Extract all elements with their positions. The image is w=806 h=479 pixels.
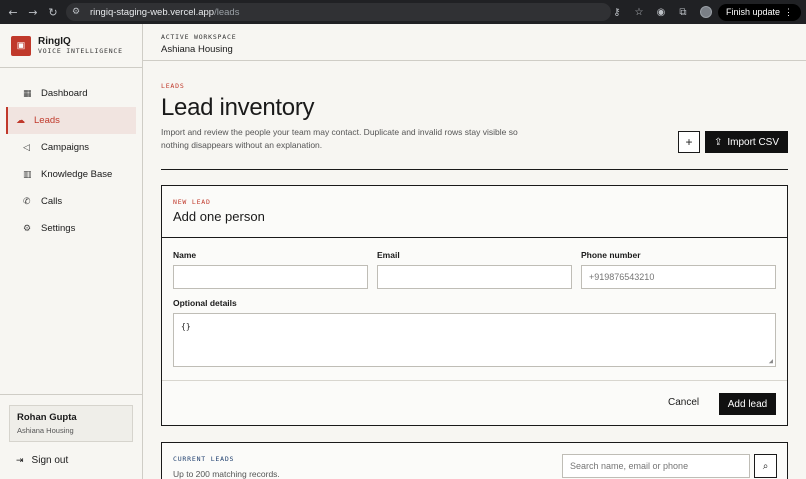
- sidebar-item-knowledge-base[interactable]: ▥ Knowledge Base: [6, 161, 136, 188]
- main-content: ACTIVE WORKSPACE Ashiana Housing LEADS L…: [143, 24, 806, 479]
- book-icon: ▥: [23, 169, 32, 180]
- more-vertical-icon: ⋮: [784, 6, 793, 17]
- new-lead-title: Add one person: [173, 209, 265, 224]
- phone-label: Phone number: [581, 250, 641, 260]
- sidebar-nav: ▦ Dashboard ☁ Leads ◁ Campaigns ▥ Knowle…: [0, 68, 142, 242]
- profile-avatar-icon[interactable]: [699, 6, 712, 18]
- reload-icon[interactable]: ↻: [43, 6, 63, 19]
- bookmark-star-icon[interactable]: ☆: [628, 7, 650, 18]
- new-lead-kicker: NEW LEAD: [173, 198, 211, 206]
- email-label: Email: [377, 250, 400, 260]
- sidebar-item-campaigns[interactable]: ◁ Campaigns: [6, 134, 136, 161]
- sidebar-item-label: Calls: [41, 196, 63, 207]
- import-csv-label: Import CSV: [727, 136, 780, 148]
- search-input[interactable]: [562, 454, 750, 478]
- sidebar: ▣ RingIQ VOICE INTELLIGENCE ▦ Dashboard …: [0, 24, 143, 479]
- new-lead-header: NEW LEAD Add one person: [162, 186, 787, 238]
- site-settings-icon[interactable]: ⚙: [72, 7, 86, 17]
- grid-icon: ▦: [23, 88, 32, 99]
- section-divider: [161, 169, 788, 170]
- cloud-upload-icon: ☁: [16, 115, 25, 126]
- page-kicker: LEADS: [161, 82, 185, 90]
- browser-toolbar: ← → ↻ ⚙ ringiq-staging-web.vercel.app/le…: [0, 0, 806, 24]
- sidebar-item-label: Settings: [41, 223, 76, 234]
- brand[interactable]: ▣ RingIQ VOICE INTELLIGENCE: [0, 24, 142, 68]
- name-label: Name: [173, 250, 197, 260]
- sign-out-icon: ⇥: [16, 455, 24, 466]
- workspace-label: ACTIVE WORKSPACE: [161, 33, 237, 41]
- megaphone-icon: ◁: [23, 142, 30, 153]
- logo-icon: ▣: [11, 35, 31, 56]
- new-lead-form: NEW LEAD Add one person Name Email Phone…: [161, 185, 788, 426]
- email-field[interactable]: [377, 265, 572, 289]
- resize-grip-icon[interactable]: ◢: [769, 357, 773, 365]
- optional-details-value: {}: [181, 322, 191, 331]
- page-description: Import and review the people your team m…: [161, 127, 518, 150]
- sidebar-item-label: Dashboard: [41, 88, 88, 99]
- extensions-puzzle-icon[interactable]: ⧉: [672, 7, 694, 18]
- sidebar-footer: Rohan Gupta Ashiana Housing ⇥ Sign out: [0, 394, 142, 466]
- finish-update-label: Finish update: [725, 7, 780, 17]
- page-title: Lead inventory: [161, 94, 315, 121]
- sidebar-item-label: Knowledge Base: [41, 169, 113, 180]
- phone-icon: ✆: [23, 196, 31, 207]
- phone-field[interactable]: [581, 265, 776, 289]
- sidebar-item-settings[interactable]: ⚙ Settings: [6, 215, 136, 242]
- search-icon: ⌕: [762, 460, 769, 472]
- add-lead-button[interactable]: Add lead: [719, 393, 776, 415]
- import-csv-button[interactable]: ⇪ Import CSV: [705, 131, 788, 153]
- workspace-name: Ashiana Housing: [161, 44, 233, 55]
- brand-tagline: VOICE INTELLIGENCE: [38, 47, 123, 55]
- optional-details-label: Optional details: [173, 298, 237, 308]
- form-footer-divider: [162, 380, 787, 381]
- address-bar[interactable]: ⚙ ringiq-staging-web.vercel.app/leads: [66, 3, 611, 21]
- sidebar-item-dashboard[interactable]: ▦ Dashboard: [6, 80, 136, 107]
- sidebar-item-calls[interactable]: ✆ Calls: [6, 188, 136, 215]
- finish-update-button[interactable]: Finish update ⋮: [717, 3, 801, 21]
- gear-icon: ⚙: [23, 223, 32, 234]
- current-leads-kicker: CURRENT LEADS: [173, 455, 235, 463]
- sidebar-item-label: Leads: [34, 115, 60, 126]
- sidebar-item-leads[interactable]: ☁ Leads: [6, 107, 136, 134]
- workspace-header: ACTIVE WORKSPACE Ashiana Housing: [143, 24, 806, 61]
- forward-arrow-icon[interactable]: →: [23, 6, 43, 19]
- add-lead-plus-button[interactable]: +: [678, 131, 700, 153]
- password-key-icon[interactable]: ⚷: [606, 7, 628, 18]
- sign-out-button[interactable]: ⇥ Sign out: [16, 455, 142, 466]
- brand-name: RingIQ: [38, 36, 71, 47]
- sign-out-label: Sign out: [31, 455, 69, 466]
- extension-circle-icon[interactable]: ◉: [650, 7, 672, 18]
- user-organization: Ashiana Housing: [17, 426, 74, 435]
- user-card[interactable]: Rohan Gupta Ashiana Housing: [9, 405, 133, 442]
- name-field[interactable]: [173, 265, 368, 289]
- optional-details-textarea[interactable]: {} ◢: [173, 313, 776, 367]
- upload-icon: ⇪: [713, 136, 723, 148]
- cancel-button[interactable]: Cancel: [668, 397, 699, 408]
- sidebar-item-label: Campaigns: [41, 142, 90, 153]
- plus-icon: +: [685, 135, 693, 149]
- current-leads-panel: CURRENT LEADS Up to 200 matching records…: [161, 442, 788, 479]
- user-name: Rohan Gupta: [17, 412, 77, 423]
- current-leads-subtitle: Up to 200 matching records.: [173, 469, 280, 479]
- url-text: ringiq-staging-web.vercel.app/leads: [90, 6, 240, 18]
- back-arrow-icon[interactable]: ←: [3, 6, 23, 19]
- search-button[interactable]: ⌕: [754, 454, 777, 478]
